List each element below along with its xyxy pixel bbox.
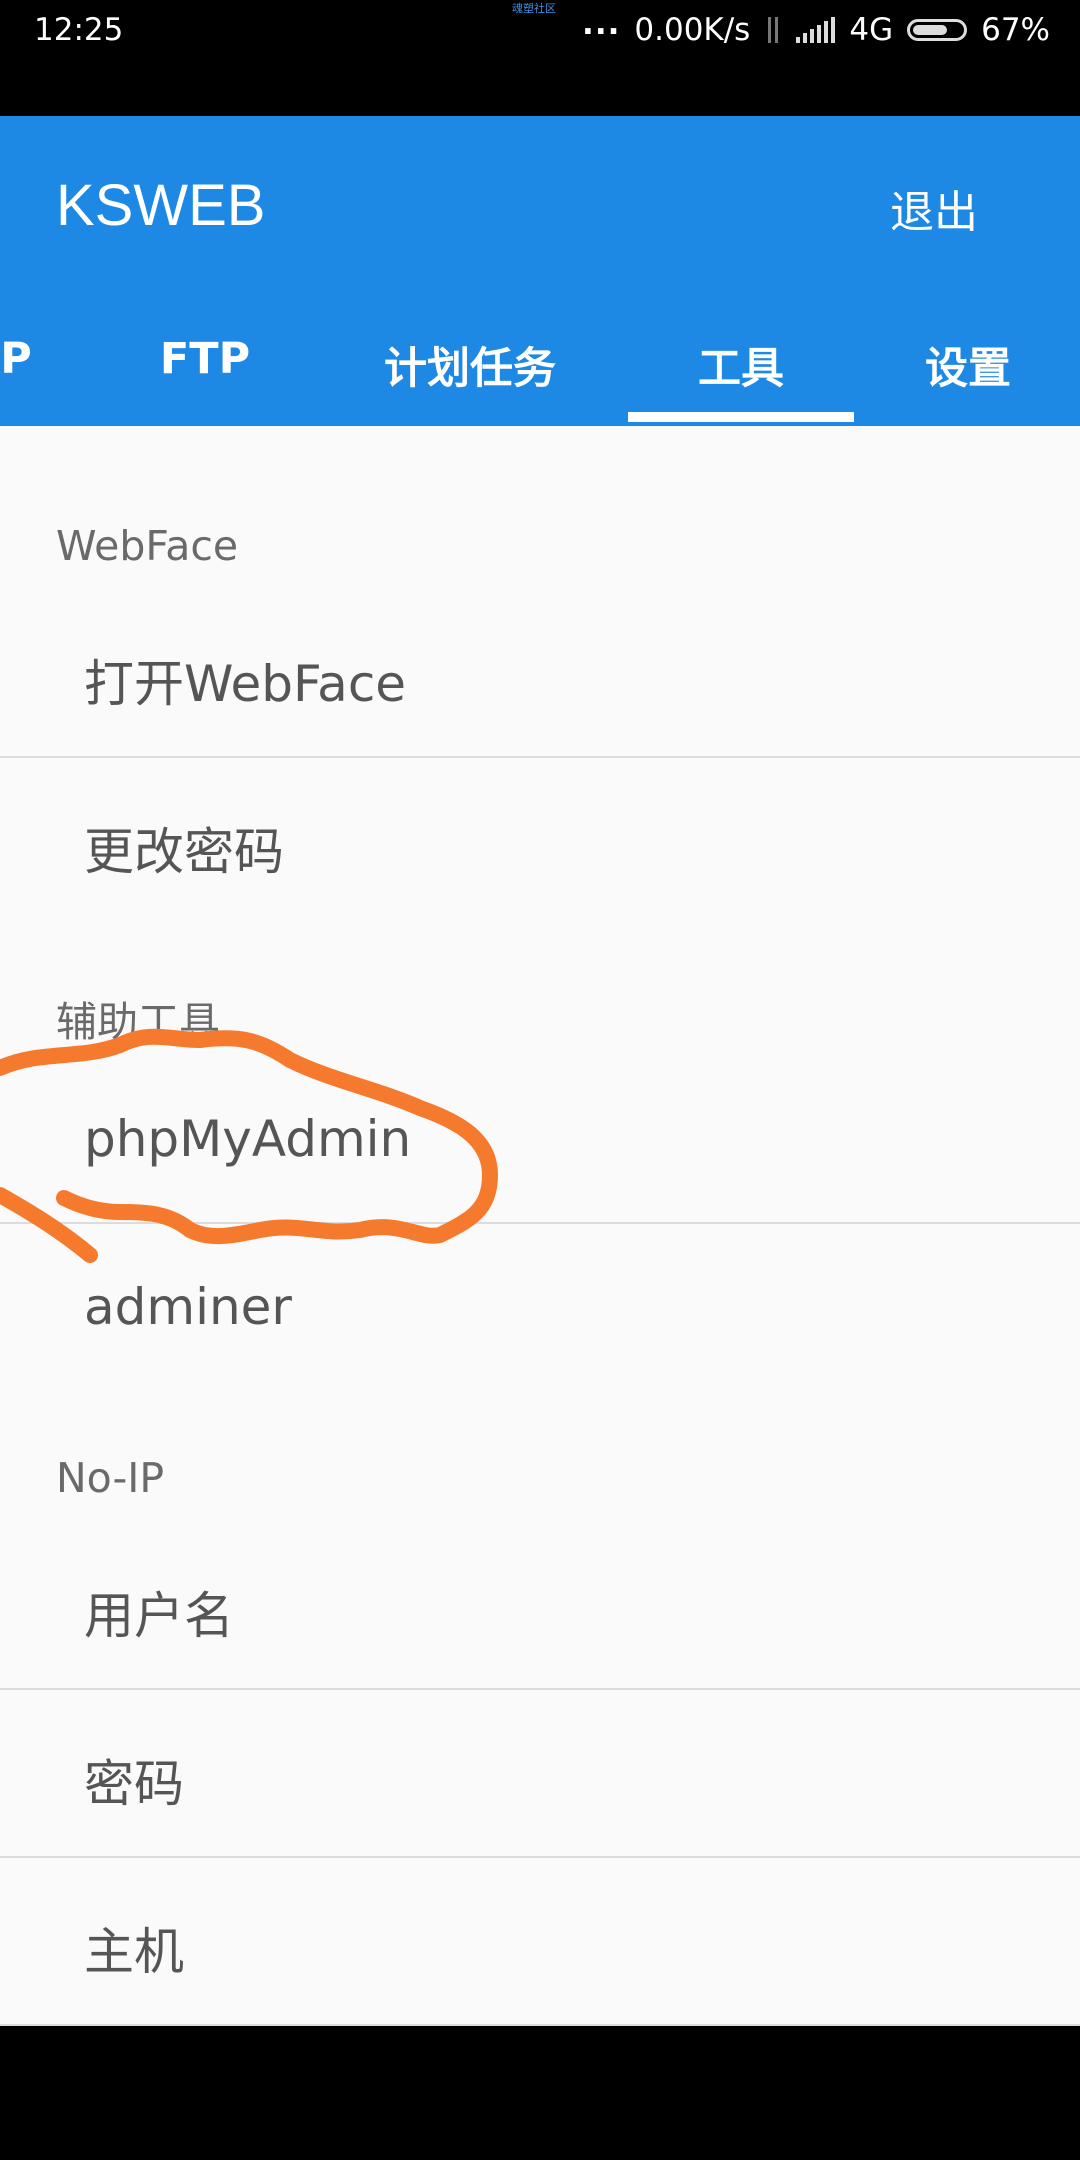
logout-button[interactable]: 退出 (890, 176, 978, 240)
more-notifications-icon: ... (582, 6, 621, 42)
data-activity-icon (764, 15, 782, 45)
divider (0, 1222, 1080, 1224)
status-bar: 12:25 魂塑社区 ... 0.00K/s 4G 67% (0, 0, 1080, 116)
list-item-password[interactable]: 密码 (84, 1744, 184, 1816)
watermark-text: 魂塑社区 (512, 2, 556, 15)
list-item-phpmyadmin[interactable]: phpMyAdmin (84, 1110, 411, 1168)
battery-percent: 67% (981, 12, 1050, 48)
app-title: KSWEB (56, 173, 266, 238)
network-speed: 0.00K/s (634, 12, 751, 48)
tab-partial[interactable]: P (0, 334, 36, 384)
section-header-noip: No-IP (56, 1454, 165, 1502)
divider (0, 1856, 1080, 1858)
tools-list: WebFace 打开WebFace 更改密码 辅助工具 phpMyAdmin a… (0, 426, 1080, 2026)
network-type: 4G (849, 12, 894, 48)
tab-ftp[interactable]: FTP (140, 334, 270, 384)
divider (0, 756, 1080, 758)
list-item-host[interactable]: 主机 (84, 1912, 184, 1984)
active-tab-indicator (628, 412, 854, 422)
divider (0, 1688, 1080, 1690)
battery-icon (907, 19, 968, 41)
section-header-webface: WebFace (56, 522, 239, 570)
system-nav-bar (0, 2026, 1080, 2160)
tab-settings[interactable]: 设置 (900, 334, 1036, 396)
app-bar: KSWEB 退出 P FTP 计划任务 工具 设置 (0, 116, 1080, 426)
status-time: 12:25 (34, 12, 124, 48)
status-icons: ... 0.00K/s 4G 67% (582, 6, 1050, 48)
section-header-helper-tools: 辅助工具 (56, 998, 220, 1046)
tab-tools[interactable]: 工具 (628, 334, 854, 396)
tab-scheduled-tasks[interactable]: 计划任务 (370, 334, 570, 396)
list-item-username[interactable]: 用户名 (84, 1576, 234, 1648)
signal-strength-icon (796, 17, 836, 43)
list-item-change-password[interactable]: 更改密码 (84, 812, 284, 884)
list-item-adminer[interactable]: adminer (84, 1278, 292, 1336)
list-item-open-webface[interactable]: 打开WebFace (84, 644, 406, 716)
